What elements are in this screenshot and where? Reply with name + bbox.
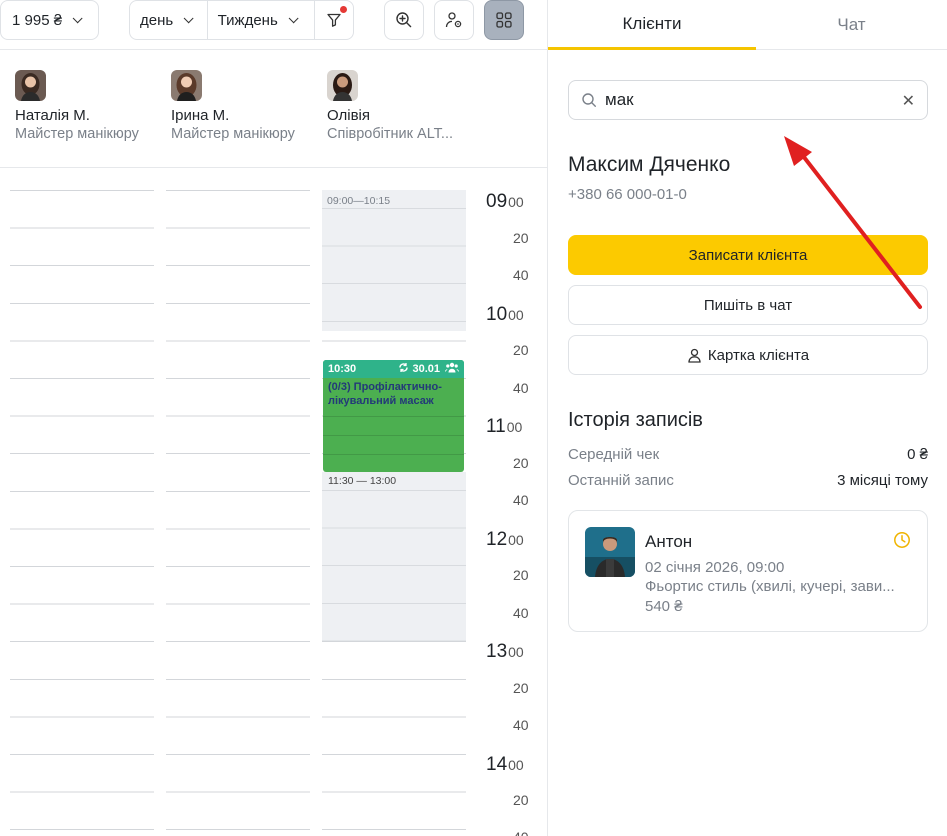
staff-name: Ірина М. [171, 107, 230, 124]
search-icon [582, 93, 596, 107]
chevron-down-icon [288, 12, 299, 23]
visit-price: 540 ₴ [645, 598, 683, 615]
staff-column-header[interactable]: Олівія Співробітник ALT... [327, 70, 477, 142]
calendar-pane: 1 995 ₴ день Тиждень Наталія М. Майстер … [0, 0, 548, 836]
staff-header-row: Наталія М. Майстер манікюру Ірина М. Май… [0, 50, 547, 168]
appointment-card[interactable]: 10:30 30.01 (0/3) Профілактично-лікуваль… [323, 360, 464, 472]
staff-role: Співробітник ALT... [327, 126, 454, 142]
price-value: 1 995 ₴ [12, 11, 63, 29]
tab-clients[interactable]: Клієнти [548, 0, 756, 50]
repeat-icon [398, 362, 409, 376]
group-icon [445, 362, 459, 376]
minute-label: 20 [513, 792, 529, 808]
visit-service: Фьортис стиль (хвилі, кучері, зави... [645, 578, 895, 595]
chevron-down-icon [72, 12, 83, 23]
zoom-in-button[interactable] [384, 0, 424, 40]
staff-column-header[interactable]: Наталія М. Майстер манікюру [15, 70, 165, 142]
appointment-time: 10:30 [328, 363, 357, 375]
appointment-title: (0/3) Профілактично-лікувальний масаж [328, 381, 442, 407]
average-check-label: Середній чек [568, 446, 660, 463]
average-check-value: 0 ₴ [907, 446, 928, 463]
user-settings-icon [445, 12, 462, 28]
last-visit-row: Останній запис 3 місяці тому [568, 472, 928, 489]
view-selector: день Тиждень [129, 0, 354, 40]
client-card-button[interactable]: Картка клієнта [568, 335, 928, 375]
filter-active-dot [339, 5, 348, 14]
avatar [327, 70, 358, 101]
price-dropdown[interactable]: 1 995 ₴ [0, 0, 99, 40]
filter-button[interactable] [315, 1, 353, 39]
user-icon [687, 348, 702, 363]
staff-settings-button[interactable] [434, 0, 474, 40]
clear-search-icon[interactable]: ✕ [902, 91, 915, 111]
search-value: мак [605, 90, 634, 109]
minute-label: 40 [513, 267, 529, 283]
write-to-chat-button[interactable]: Пишіть в чат [568, 285, 928, 325]
staff-column-slots[interactable] [10, 169, 154, 836]
calendar-toolbar: 1 995 ₴ день Тиждень [0, 0, 547, 50]
filter-icon [327, 13, 341, 27]
break-time-label: 11:30 — 13:00 [328, 475, 397, 487]
minute-label: 40 [513, 829, 529, 836]
appointment-header: 10:30 30.01 [323, 360, 464, 378]
appointment-date: 30.01 [412, 363, 440, 375]
grid-view-button[interactable] [484, 0, 524, 40]
avatar [15, 70, 46, 101]
hour-label: 1400 [486, 754, 524, 775]
hour-label: 1300 [486, 641, 524, 662]
staff-name: Олівія [327, 107, 371, 124]
visit-date: 02 січня 2026, 09:00 [645, 559, 785, 576]
break-block[interactable] [322, 190, 466, 331]
minute-label: 40 [513, 492, 529, 508]
slot-divider [323, 416, 464, 417]
break-block[interactable] [322, 472, 466, 641]
staff-column-header[interactable]: Ірина М. Майстер манікюру [171, 70, 321, 142]
day-view-label: день [140, 11, 174, 29]
slot-divider [323, 435, 464, 436]
visit-master-name: Антон [645, 532, 693, 551]
grid-icon [496, 12, 512, 28]
panel-tabs: Клієнти Чат [548, 0, 947, 50]
staff-role: Майстер манікюру [171, 126, 295, 142]
minute-label: 20 [513, 680, 529, 696]
staff-role: Майстер манікюру [15, 126, 139, 142]
hour-label: 1000 [486, 304, 524, 325]
tab-chat[interactable]: Чат [756, 0, 947, 50]
avatar [171, 70, 202, 101]
average-check-row: Середній чек 0 ₴ [568, 446, 928, 463]
client-search-input[interactable]: мак ✕ [568, 80, 928, 120]
hour-label: 1100 [486, 416, 523, 437]
slot-divider [323, 454, 464, 455]
client-card-label: Картка клієнта [707, 346, 810, 364]
week-view-dropdown[interactable]: Тиждень [208, 1, 316, 39]
break-time-label: 09:00—10:15 [327, 195, 391, 207]
hour-label: 1200 [486, 529, 524, 550]
hour-label: 0900 [486, 191, 524, 212]
minute-label: 20 [513, 342, 529, 358]
minute-label: 20 [513, 455, 529, 471]
visit-history-card[interactable]: Антон 02 січня 2026, 09:00 Фьортис стиль… [568, 510, 928, 632]
zoom-in-icon [396, 12, 412, 28]
day-view-dropdown[interactable]: день [130, 1, 208, 39]
client-panel: Клієнти Чат мак ✕ Максим Дяченко +380 66… [548, 0, 947, 836]
calendar-grid: 09:00—10:15 11:30 — 13:00 10:30 30.01 (0… [0, 169, 547, 836]
client-name[interactable]: Максим Дяченко [568, 153, 730, 177]
minute-label: 40 [513, 380, 529, 396]
staff-column-slots[interactable] [166, 169, 310, 836]
avatar [585, 527, 635, 577]
minute-label: 40 [513, 605, 529, 621]
client-phone: +380 66 000-01-0 [568, 186, 687, 203]
clock-icon [893, 531, 911, 554]
last-visit-value: 3 місяці тому [837, 472, 928, 489]
chevron-down-icon [183, 12, 194, 23]
week-view-label: Тиждень [217, 11, 278, 29]
minute-label: 20 [513, 230, 529, 246]
minute-label: 40 [513, 717, 529, 733]
last-visit-label: Останній запис [568, 472, 674, 489]
history-title: Історія записів [568, 409, 703, 431]
book-client-button[interactable]: Записати клієнта [568, 235, 928, 275]
staff-name: Наталія М. [15, 107, 90, 124]
minute-label: 20 [513, 567, 529, 583]
